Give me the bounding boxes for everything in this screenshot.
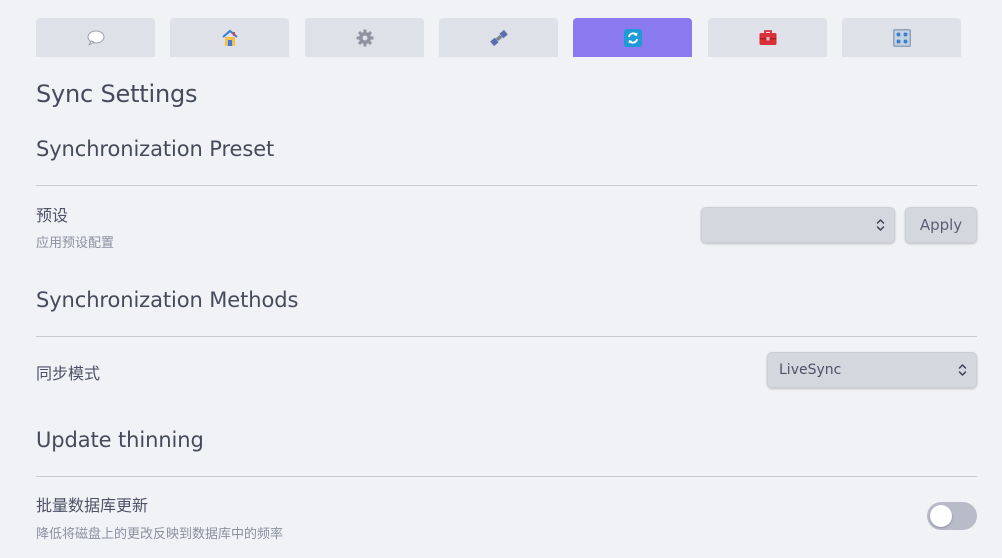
tab-customization[interactable] bbox=[842, 18, 961, 57]
tab-remote[interactable] bbox=[439, 18, 558, 57]
section-heading-methods: Synchronization Methods bbox=[36, 288, 299, 312]
section-heading-preset: Synchronization Preset bbox=[36, 137, 275, 161]
up-down-chevron-icon bbox=[958, 364, 967, 376]
sync-mode-select-value: LiveSync bbox=[779, 362, 842, 378]
tab-sync[interactable] bbox=[573, 18, 692, 57]
toggle-knob bbox=[930, 505, 952, 527]
section-heading-thinning: Update thinning bbox=[36, 428, 204, 452]
sync-mode-setting-label: 同步模式 bbox=[36, 364, 101, 383]
sync-arrows-icon bbox=[623, 28, 642, 47]
preset-setting-label: 预设 bbox=[36, 206, 69, 225]
settings-page: Sync Settings Synchronization Preset 预设 … bbox=[0, 0, 1002, 558]
page-title: Sync Settings bbox=[36, 80, 198, 108]
tab-maintenance[interactable] bbox=[708, 18, 827, 57]
batch-update-setting-label: 批量数据库更新 bbox=[36, 496, 149, 515]
speech-bubble-icon bbox=[87, 30, 104, 45]
section-divider bbox=[36, 185, 977, 186]
batch-update-toggle[interactable] bbox=[927, 502, 977, 530]
toolbox-icon bbox=[759, 29, 776, 45]
apply-preset-button[interactable]: Apply bbox=[905, 207, 977, 243]
section-divider bbox=[36, 336, 977, 337]
control-knobs-icon bbox=[892, 28, 911, 47]
preset-select[interactable] bbox=[701, 207, 895, 243]
up-down-chevron-icon bbox=[876, 219, 885, 231]
preset-setting-description: 应用预设配置 bbox=[36, 236, 115, 251]
sync-mode-select[interactable]: LiveSync bbox=[767, 352, 977, 388]
tab-house[interactable] bbox=[170, 18, 289, 57]
tab-settings[interactable] bbox=[305, 18, 424, 57]
batch-update-setting-description: 降低将磁盘上的更改反映到数据库中的频率 bbox=[36, 527, 284, 542]
section-divider bbox=[36, 476, 977, 477]
house-icon bbox=[221, 29, 238, 46]
satellite-icon bbox=[489, 29, 508, 46]
tab-general[interactable] bbox=[36, 18, 155, 57]
gear-icon bbox=[356, 29, 373, 46]
